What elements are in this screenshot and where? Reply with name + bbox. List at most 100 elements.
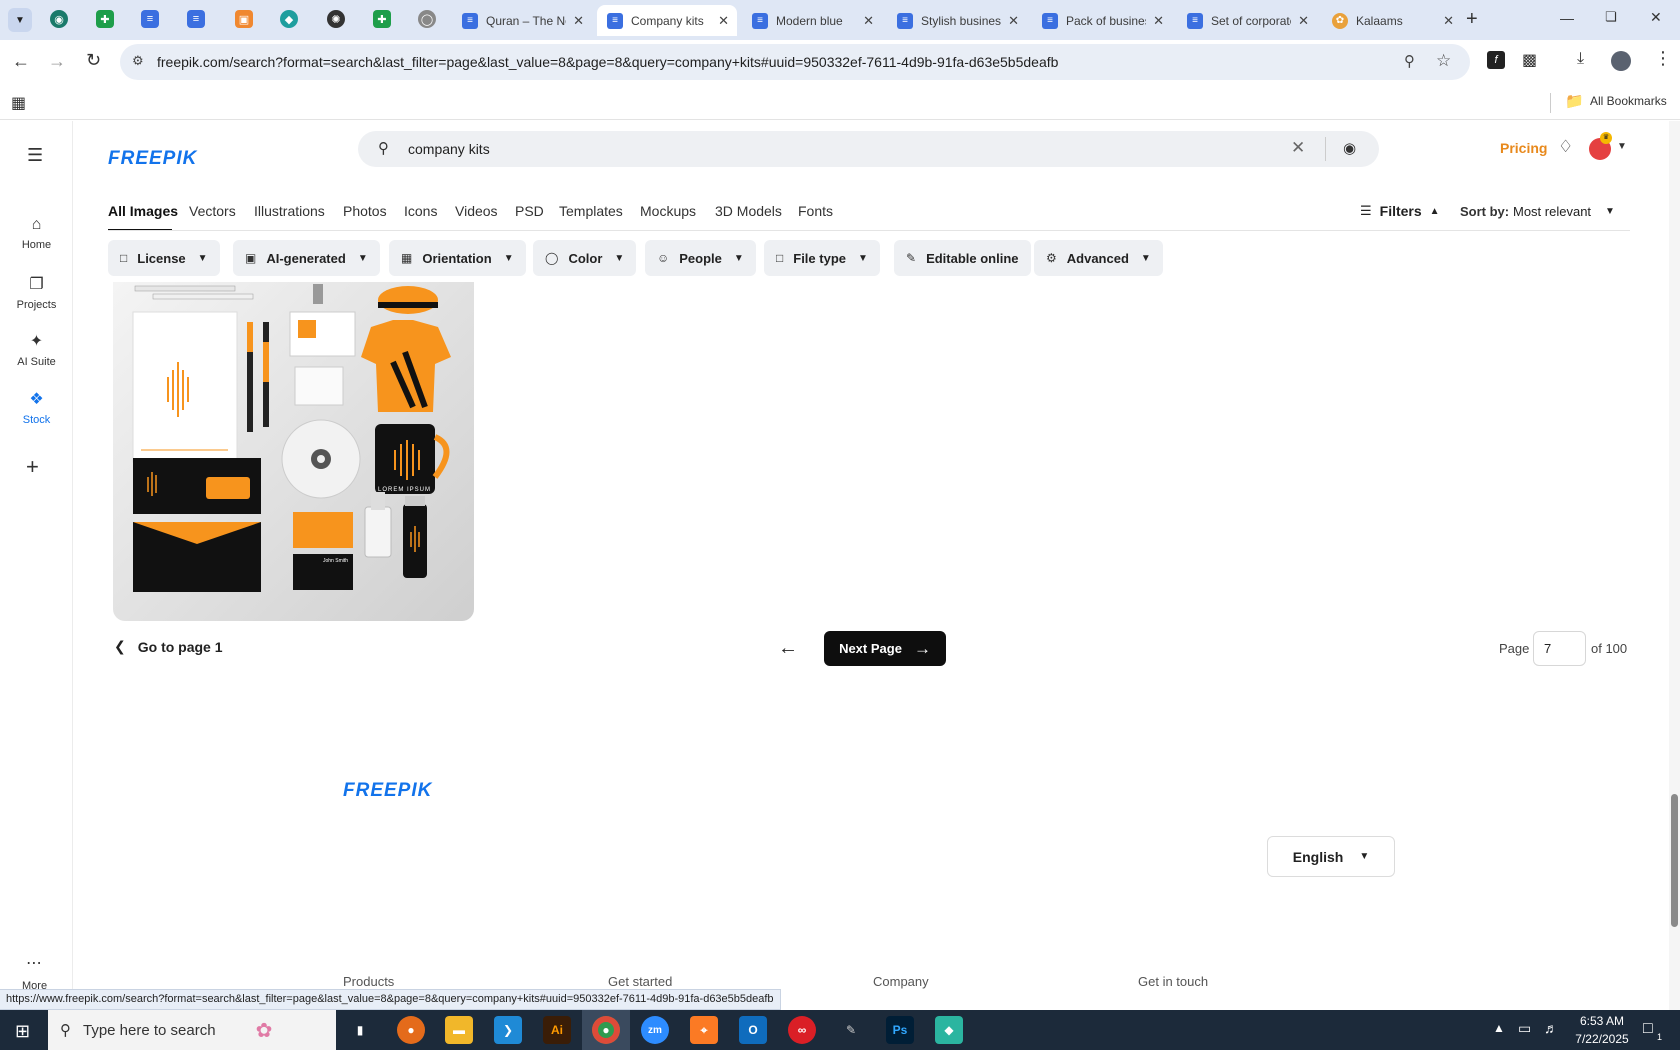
- illustrator-icon[interactable]: Ai: [543, 1016, 571, 1044]
- tab-photos[interactable]: Photos: [343, 203, 387, 219]
- browser-tab[interactable]: ≡ Stylish business ✕: [887, 5, 1027, 36]
- close-icon[interactable]: ✕: [718, 13, 729, 29]
- tab-icons[interactable]: Icons: [404, 203, 437, 219]
- hamburger-menu-icon[interactable]: ☰: [27, 145, 43, 166]
- extension-icon[interactable]: f: [1487, 51, 1505, 69]
- browser-tab-active[interactable]: ≡ Company kits ✕: [597, 5, 737, 36]
- browser-tab[interactable]: ≡ Quran – The Noble ✕: [452, 5, 592, 36]
- xampp-icon[interactable]: ⌖: [690, 1016, 718, 1044]
- tab-3d-models[interactable]: 3D Models: [715, 203, 782, 219]
- tab-vectors[interactable]: Vectors: [189, 203, 236, 219]
- close-icon[interactable]: ✕: [863, 13, 874, 29]
- clock-time[interactable]: 6:53 AM: [1572, 1014, 1632, 1028]
- go-to-first-page-link[interactable]: ❮ Go to page 1: [114, 638, 223, 655]
- zoom-app-icon[interactable]: zm: [641, 1016, 669, 1044]
- chip-orientation[interactable]: ▦ Orientation ▼: [389, 240, 526, 276]
- tab-fonts[interactable]: Fonts: [798, 203, 833, 219]
- tab-videos[interactable]: Videos: [455, 203, 498, 219]
- notification-bell-icon[interactable]: ♢: [1558, 137, 1573, 157]
- apps-grid-icon[interactable]: ▦: [11, 93, 26, 113]
- camera-search-icon[interactable]: ◉: [1343, 139, 1356, 157]
- search-bar[interactable]: ⚲ company kits ✕ ◉: [358, 131, 1379, 167]
- vscode-icon[interactable]: ❯: [494, 1016, 522, 1044]
- browser-tab[interactable]: ≡ Set of corporate ✕: [1177, 5, 1317, 36]
- pen-tool-icon[interactable]: ✎: [837, 1016, 865, 1044]
- windows-start-icon[interactable]: ⊞: [15, 1021, 30, 1042]
- menu-kebab-icon[interactable]: ⋮: [1654, 48, 1672, 69]
- task-view-icon[interactable]: ▮: [346, 1016, 374, 1044]
- tray-chevron-icon[interactable]: ▲: [1493, 1021, 1505, 1035]
- chip-license[interactable]: □ License ▼: [108, 240, 220, 276]
- docs-icon[interactable]: ≡: [141, 10, 159, 28]
- rail-item-stock[interactable]: ❖ Stock: [0, 389, 73, 426]
- reload-icon[interactable]: ↻: [86, 50, 101, 71]
- new-tab-icon[interactable]: +: [1466, 8, 1478, 31]
- restore-icon[interactable]: ❏: [1605, 9, 1617, 25]
- sheets-icon[interactable]: ✚: [96, 10, 114, 28]
- chrome-icon[interactable]: ●: [592, 1016, 620, 1044]
- chip-people[interactable]: ☺ People ▼: [645, 240, 756, 276]
- sort-dropdown[interactable]: Most relevant ▼: [1513, 204, 1615, 219]
- close-icon[interactable]: ✕: [1443, 13, 1454, 29]
- pricing-link[interactable]: Pricing: [1500, 140, 1547, 156]
- extensions-puzzle-icon[interactable]: ▩: [1522, 50, 1537, 70]
- add-icon[interactable]: +: [26, 454, 39, 480]
- firefox-icon[interactable]: ●: [397, 1016, 425, 1044]
- previous-page-button[interactable]: ←: [770, 631, 806, 665]
- rail-item-projects[interactable]: ❐ Projects: [0, 274, 73, 311]
- tab-all-images[interactable]: All Images: [108, 203, 178, 219]
- tab-templates[interactable]: Templates: [559, 203, 623, 219]
- more-icon[interactable]: ⋯: [26, 953, 42, 973]
- chip-color[interactable]: ◯ Color ▼: [533, 240, 637, 276]
- clock-date[interactable]: 7/22/2025: [1568, 1032, 1636, 1046]
- chevron-down-icon[interactable]: ▼: [1617, 141, 1627, 152]
- bookmark-star-icon[interactable]: ☆: [1436, 51, 1451, 71]
- language-selector[interactable]: English ▼: [1267, 836, 1395, 877]
- chip-editable-online[interactable]: ✎ Editable online: [894, 240, 1031, 276]
- next-page-button[interactable]: Next Page →: [824, 631, 946, 666]
- result-image-card[interactable]: LOREM IPSUM John Smith: [113, 282, 474, 621]
- browser-tab[interactable]: ✿ Kalaams ✕: [1322, 5, 1462, 36]
- openai-icon[interactable]: ✺: [327, 10, 345, 28]
- page-number-input[interactable]: 7: [1533, 631, 1586, 666]
- pinned-tab-icon[interactable]: ◉: [50, 10, 68, 28]
- profile-avatar[interactable]: [1611, 51, 1631, 71]
- volume-icon[interactable]: ♬: [1544, 1020, 1558, 1036]
- network-icon[interactable]: ▭: [1518, 1020, 1531, 1037]
- minimize-icon[interactable]: —: [1560, 10, 1574, 26]
- page-scrollbar[interactable]: [1669, 121, 1680, 1010]
- docs-icon[interactable]: ≡: [187, 10, 205, 28]
- drawio-icon[interactable]: ▣: [235, 10, 253, 28]
- tab-illustrations[interactable]: Illustrations: [254, 203, 325, 219]
- creative-cloud-icon[interactable]: ∞: [788, 1016, 816, 1044]
- chip-ai-generated[interactable]: ▣ AI-generated ▼: [233, 240, 380, 276]
- pinned-app-icon[interactable]: ◆: [280, 10, 298, 28]
- zoom-icon[interactable]: ⚲: [1404, 52, 1415, 70]
- file-explorer-icon[interactable]: ▬: [445, 1016, 473, 1044]
- clear-search-icon[interactable]: ✕: [1291, 138, 1305, 158]
- tab-psd[interactable]: PSD: [515, 203, 544, 219]
- notification-center-icon[interactable]: □: [1643, 1020, 1653, 1038]
- download-icon[interactable]: ⤓: [1577, 50, 1584, 68]
- browser-tab[interactable]: ≡ Pack of business ✕: [1032, 5, 1172, 36]
- close-icon[interactable]: ✕: [1008, 13, 1019, 29]
- tab-search-icon[interactable]: ▼: [8, 8, 32, 32]
- close-icon[interactable]: ✕: [1298, 13, 1309, 29]
- filters-button[interactable]: ☰ Filters ▲: [1360, 203, 1440, 219]
- sheets-icon[interactable]: ✚: [373, 10, 391, 28]
- search-input[interactable]: company kits: [408, 141, 490, 157]
- close-icon[interactable]: ✕: [573, 13, 584, 29]
- freepik-logo[interactable]: FREEPIK: [108, 148, 197, 170]
- photoshop-icon[interactable]: Ps: [886, 1016, 914, 1044]
- site-info-icon[interactable]: ⚙: [132, 53, 144, 69]
- scrollbar-thumb[interactable]: [1671, 794, 1678, 927]
- address-bar[interactable]: ⚙ freepik.com/search?format=search&last_…: [120, 44, 1470, 80]
- forward-icon[interactable]: →: [48, 51, 66, 72]
- all-bookmarks-link[interactable]: All Bookmarks: [1590, 94, 1667, 108]
- chip-advanced[interactable]: ⚙ Advanced ▼: [1034, 240, 1163, 276]
- footer-logo[interactable]: FREEPIK: [343, 780, 432, 802]
- app-diamond-icon[interactable]: ◆: [935, 1016, 963, 1044]
- window-close-icon[interactable]: ✕: [1650, 9, 1662, 26]
- tab-mockups[interactable]: Mockups: [640, 203, 696, 219]
- outlook-icon[interactable]: O: [739, 1016, 767, 1044]
